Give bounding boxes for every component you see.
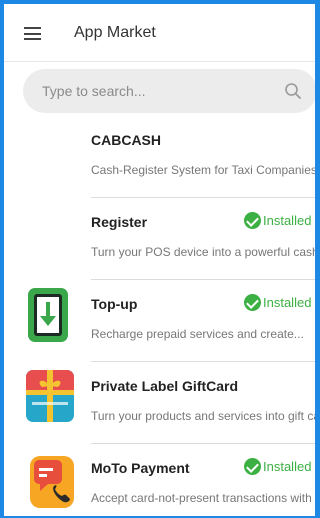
app-frame: App Market CABCASH Cash-Register System … — [4, 4, 315, 516]
app-description: Cash-Register System for Taxi Companies — [91, 163, 315, 177]
search-icon[interactable] — [284, 82, 302, 100]
search-bar[interactable] — [23, 69, 315, 113]
app-item-register[interactable]: Register Installed Turn your POS device … — [4, 198, 315, 280]
app-item-private-label-giftcard[interactable]: Private Label GiftCard Turn your product… — [4, 362, 315, 444]
status-label: Installed — [263, 295, 312, 310]
gift-card-icon — [26, 370, 74, 422]
phone-call-card-icon — [30, 456, 74, 508]
app-item-cabcash[interactable]: CABCASH Cash-Register System for Taxi Co… — [4, 116, 315, 198]
app-name: Private Label GiftCard — [91, 378, 239, 394]
check-circle-icon — [244, 212, 261, 229]
app-item-moto-payment[interactable]: MoTo Payment Installed Accept card-not-p… — [4, 444, 315, 516]
check-circle-icon — [244, 458, 261, 475]
app-description: Accept card-not-present transactions wit… — [91, 491, 312, 505]
search-input[interactable] — [42, 83, 272, 99]
installed-badge: Installed — [244, 212, 311, 229]
app-item-top-up[interactable]: Top-up Installed Recharge prepaid servic… — [4, 280, 315, 362]
app-description: Turn your products and services into gif… — [91, 409, 315, 423]
status-label: Installed — [263, 213, 312, 228]
page-title: App Market — [74, 24, 156, 41]
check-circle-icon — [244, 294, 261, 311]
status-label: Installed — [263, 459, 312, 474]
app-name: CABCASH — [91, 132, 161, 148]
app-name: Register — [91, 214, 148, 230]
installed-badge: Installed — [244, 294, 311, 311]
app-name: Top-up — [91, 296, 138, 312]
app-description: Turn your POS device into a powerful cas… — [91, 245, 315, 259]
app-description: Recharge prepaid services and create... — [91, 327, 304, 341]
phone-download-icon — [28, 288, 68, 342]
app-bar: App Market — [4, 4, 315, 62]
app-name: MoTo Payment — [91, 460, 190, 476]
hamburger-menu-icon[interactable] — [24, 27, 41, 40]
installed-badge: Installed — [244, 458, 311, 475]
